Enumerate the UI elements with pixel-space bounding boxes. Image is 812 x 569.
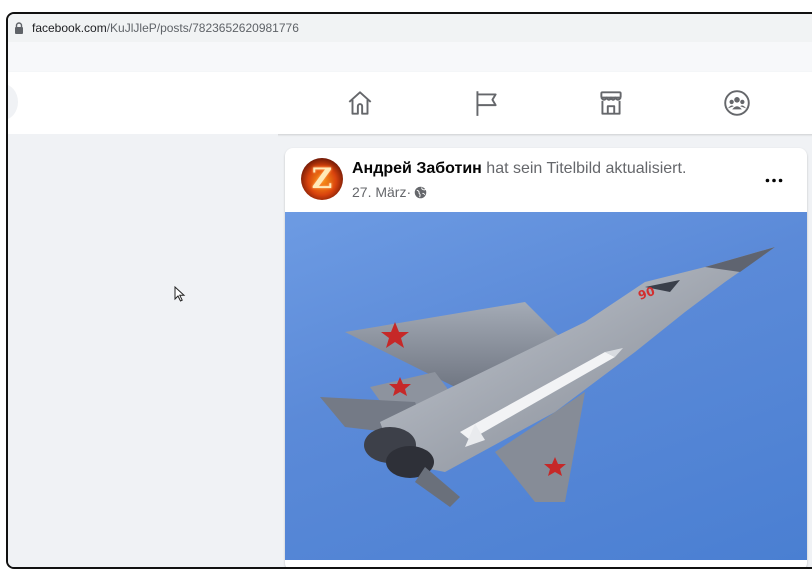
feed-post: Z Андрей Заботин hat sein Titelbild aktu… xyxy=(285,148,807,567)
post-header: Z Андрей Заботин hat sein Titelbild aktu… xyxy=(285,148,807,212)
avatar[interactable]: Z xyxy=(301,158,343,200)
mouse-cursor-icon xyxy=(174,285,186,302)
fighter-jet-image: 90 xyxy=(320,247,775,507)
browser-window: facebook.com/KuJlJleP/posts/782365262098… xyxy=(6,12,812,569)
more-icon[interactable] xyxy=(763,170,785,190)
bookmark-bar xyxy=(8,42,812,73)
lock-icon xyxy=(12,21,26,35)
address-bar[interactable]: facebook.com/KuJlJleP/posts/782365262098… xyxy=(8,14,812,42)
url-path: /KuJlJleP/posts/7823652620981776 xyxy=(106,21,299,35)
url-host: facebook.com xyxy=(32,21,107,35)
post-date-link[interactable]: 27. März xyxy=(352,184,406,200)
meta-separator: · xyxy=(406,184,412,200)
marketplace-icon[interactable] xyxy=(593,85,629,121)
globe-icon[interactable] xyxy=(414,186,427,199)
home-icon[interactable] xyxy=(342,85,378,121)
avatar-letter: Z xyxy=(311,162,333,195)
post-meta: 27. März · xyxy=(352,184,427,200)
left-column xyxy=(8,134,278,567)
pages-flag-icon[interactable] xyxy=(468,85,504,121)
groups-icon[interactable] xyxy=(719,85,755,121)
cover-photo[interactable]: 90 xyxy=(285,212,807,560)
post-title: Андрей Заботин hat sein Titelbild aktual… xyxy=(352,160,686,178)
post-action-text: hat sein Titelbild aktualisiert. xyxy=(481,160,687,177)
search-button[interactable] xyxy=(8,84,18,120)
author-name-link[interactable]: Андрей Заботин xyxy=(352,160,482,177)
top-navigation xyxy=(8,72,812,134)
